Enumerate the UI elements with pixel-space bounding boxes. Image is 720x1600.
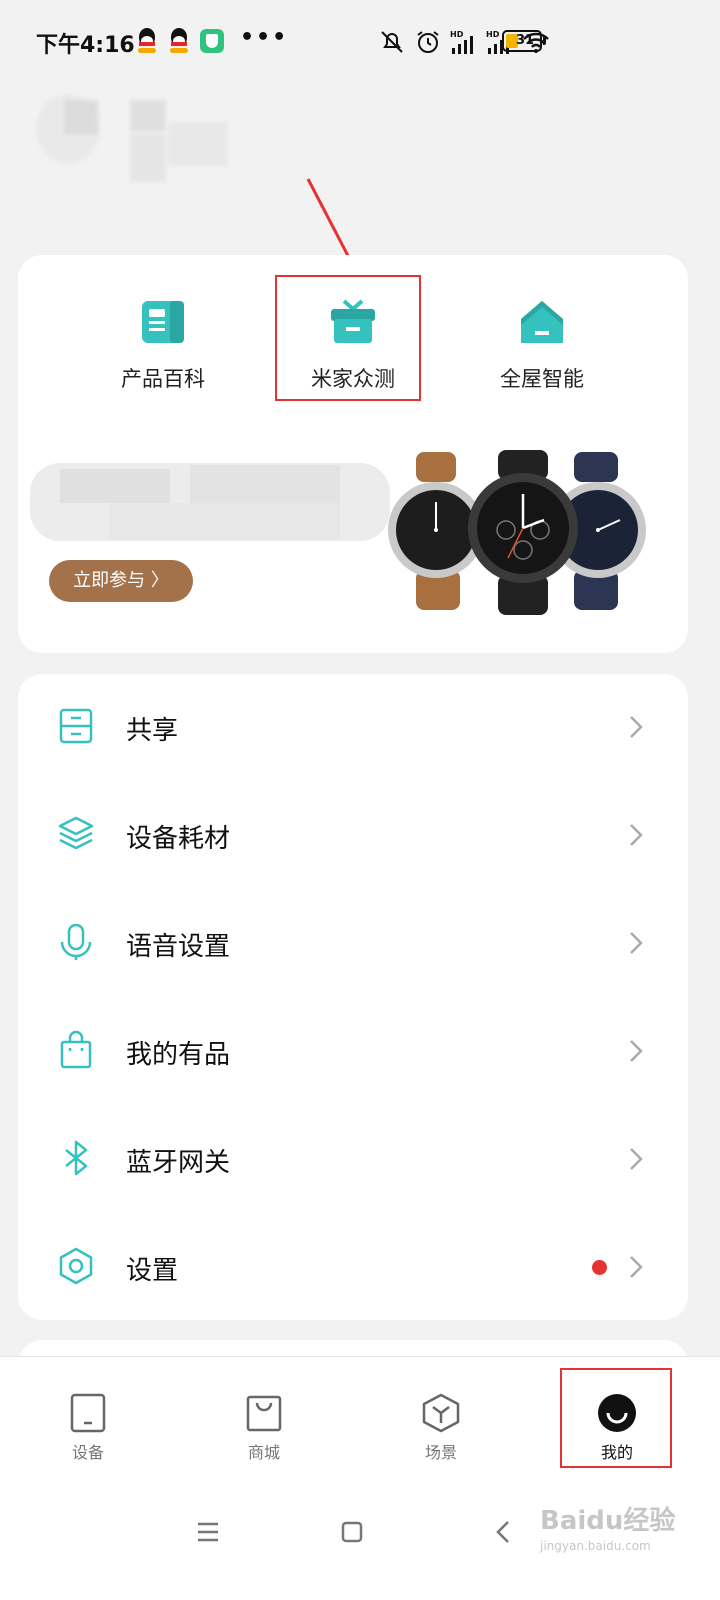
quick-link-encyclopedia[interactable]: 产品百科 [73, 295, 253, 405]
tab-label: 设备 [71, 1443, 104, 1462]
tab-store[interactable]: 商城 [204, 1357, 324, 1485]
tab-label: 商城 [247, 1443, 280, 1462]
qq-icon [168, 28, 190, 54]
menu-item-voice-settings[interactable]: 语音设置 [18, 890, 688, 998]
chevron-right-icon [630, 824, 643, 846]
bluetooth-icon [65, 1140, 88, 1176]
battery-level: 31 [516, 33, 535, 48]
menu-item-label: 共享 [126, 716, 179, 746]
menu-item-bluetooth-gateway[interactable]: 蓝牙网关 [18, 1106, 688, 1214]
chevron-right-icon [630, 716, 643, 738]
alarm-icon [417, 31, 439, 53]
notification-icons: ••• [136, 24, 289, 54]
recent-apps-icon[interactable] [188, 1512, 228, 1552]
home-icon[interactable] [332, 1512, 372, 1552]
chevron-right-icon [630, 932, 643, 954]
settings-hexagon-icon [59, 1247, 93, 1285]
join-now-button[interactable]: 立即参与 〉 [49, 560, 193, 602]
watermark-logo: Baidu经验 [540, 1506, 676, 1536]
device-tablet-icon [70, 1393, 106, 1433]
more-notifications-icon: ••• [240, 24, 289, 50]
status-time: 下午4:16 [36, 33, 135, 58]
chevron-right-icon [630, 1148, 643, 1170]
menu-item-settings[interactable]: 设置 [18, 1214, 688, 1322]
banner-title-redacted [20, 455, 410, 550]
hd-signal-icon: HD [450, 30, 473, 54]
chevron-right-icon [630, 1256, 643, 1278]
layers-icon [58, 816, 94, 850]
security-shield-icon [200, 29, 224, 53]
promo-banner[interactable]: 立即参与 〉 [18, 445, 688, 635]
services-card: 产品百科 米家众测 全屋智能 立即参与 〉 [18, 255, 688, 653]
annotation-highlight-box [275, 275, 421, 401]
menu-item-label: 设置 [126, 1256, 179, 1286]
quick-link-label: 产品百科 [121, 367, 205, 391]
back-icon[interactable] [484, 1512, 524, 1552]
menu-item-label: 我的有品 [126, 1040, 231, 1070]
chevron-right-icon [630, 1040, 643, 1062]
share-drawer-icon [59, 708, 93, 744]
menu-item-label: 语音设置 [126, 932, 231, 962]
annotation-highlight-box [560, 1368, 672, 1468]
microphone-icon [60, 923, 92, 960]
store-bag-icon [246, 1395, 282, 1432]
encyclopedia-icon [142, 301, 184, 343]
profile-header-redacted[interactable] [30, 82, 230, 202]
watermark-url: jingyan.baidu.com [540, 1539, 651, 1553]
quick-link-smart-home[interactable]: 全屋智能 [452, 295, 632, 405]
tab-devices[interactable]: 设备 [28, 1357, 148, 1485]
notification-dot [592, 1260, 607, 1275]
tab-label: 场景 [424, 1443, 457, 1462]
scene-cube-icon [422, 1393, 460, 1433]
menu-item-youpin[interactable]: 我的有品 [18, 998, 688, 1106]
svg-text:HD: HD [486, 30, 500, 39]
smartwatch-product-image [388, 450, 646, 615]
menu-item-share[interactable]: 共享 [18, 674, 688, 782]
svg-text:HD: HD [450, 30, 464, 39]
menu-item-label: 蓝牙网关 [126, 1148, 231, 1178]
qq-icon [136, 28, 158, 54]
menu-card: 共享 设备耗材 语音设置 我的有品 蓝牙网关 设置 [18, 674, 688, 1320]
tab-scenes[interactable]: 场景 [381, 1357, 501, 1485]
smart-home-icon [521, 301, 563, 343]
menu-item-consumables[interactable]: 设备耗材 [18, 782, 688, 890]
quick-link-label: 全屋智能 [500, 367, 584, 391]
shopping-bag-icon [60, 1030, 92, 1069]
baidu-watermark: Baidu经验 jingyan.baidu.com [540, 1500, 690, 1580]
menu-item-label: 设备耗材 [126, 824, 231, 854]
battery-icon: 31 [502, 30, 546, 52]
status-bar: 下午4:16 ••• HD HD 31 [0, 0, 720, 84]
mute-icon [381, 31, 403, 53]
